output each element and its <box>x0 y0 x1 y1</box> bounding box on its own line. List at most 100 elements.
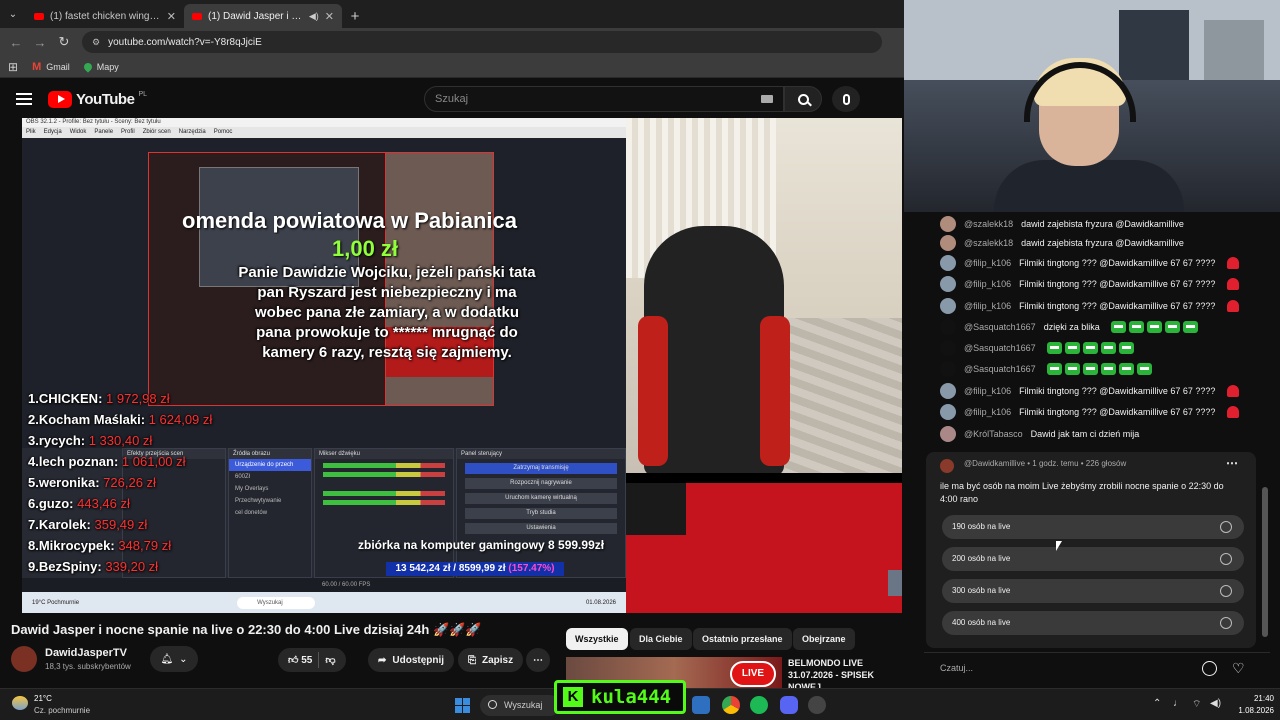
chevron-down-icon: ⌄ <box>179 653 188 665</box>
audio-playing-icon[interactable]: ◀) <box>309 11 319 22</box>
heart-reaction-icon[interactable]: ♡ <box>1232 661 1245 675</box>
poll-votes: 226 głosów <box>1085 459 1127 468</box>
obs-menu-item: Pomoc <box>213 129 233 135</box>
save-button[interactable]: ⎘ Zapisz <box>458 648 524 672</box>
chat-username[interactable]: @Sasquatch1667 <box>964 322 1036 332</box>
file-explorer-icon[interactable] <box>692 696 710 714</box>
chat-username[interactable]: @filip_k106 <box>964 407 1011 417</box>
poll-option[interactable]: 300 osób na live <box>942 579 1244 603</box>
poll-option[interactable]: 200 osób na live <box>942 547 1244 571</box>
chat-username[interactable]: @szalekk18 <box>964 238 1013 248</box>
avatar <box>940 383 956 399</box>
new-tab-button[interactable]: + <box>342 4 368 28</box>
tab-dawid-jasper[interactable]: (1) Dawid Jasper i nocne sp ◀) ✕ <box>184 4 342 28</box>
leaderboard-name: 7.Karolek: <box>28 517 91 532</box>
search-input[interactable]: Szukaj <box>424 86 784 112</box>
taskbar-search[interactable]: Wyszukaj <box>480 695 560 716</box>
tab-search-icon[interactable]: ⌄ <box>0 0 26 28</box>
obs-icon[interactable] <box>808 696 826 714</box>
close-tab-icon[interactable]: ✕ <box>325 10 334 23</box>
channel-avatar[interactable] <box>11 646 37 672</box>
channel-name[interactable]: DawidJasperTV <box>45 647 127 659</box>
back-arrow-icon[interactable]: ← <box>4 35 28 50</box>
address-bar[interactable]: ⚙ youtube.com/watch?v=-Y8r8qJjciE <box>82 31 882 53</box>
chat-username[interactable]: @Sasquatch1667 <box>964 364 1036 374</box>
video-player[interactable]: OBS 32.1.2 - Profile: Bez tytułu - Sceny… <box>22 118 902 613</box>
inner-search: Wyszukaj <box>237 596 316 609</box>
menu-hamburger-icon[interactable] <box>16 93 32 105</box>
radio-icon <box>1220 617 1232 629</box>
chat-username[interactable]: @filip_k106 <box>964 279 1011 289</box>
more-actions-button[interactable]: ⋯ <box>526 648 550 672</box>
bed <box>776 318 902 473</box>
poll-option[interactable]: 400 osób na live <box>942 611 1244 635</box>
chat-username[interactable]: @filip_k106 <box>964 301 1011 311</box>
dislike-button[interactable]: 👎︎ <box>325 654 335 666</box>
chip-for-you[interactable]: Dla Ciebie <box>630 628 692 650</box>
bookmark-maps[interactable]: Mapy <box>82 60 119 73</box>
chip-watched[interactable]: Obejrzane <box>793 628 855 650</box>
close-tab-icon[interactable]: ✕ <box>167 10 176 23</box>
chat-input[interactable]: Czatuj... <box>940 663 973 673</box>
radio-icon <box>1220 585 1232 597</box>
chat-username[interactable]: @szalekk18 <box>964 219 1013 229</box>
discord-icon[interactable] <box>780 696 798 714</box>
region-code: PL <box>138 90 147 98</box>
volume-icon[interactable]: ◀) <box>1210 698 1221 709</box>
chat-username[interactable]: @Sasquatch1667 <box>964 343 1036 353</box>
gmail-icon: M <box>32 60 42 73</box>
like-button[interactable]: 👍︎ 55 <box>288 654 312 666</box>
logo-wordmark: YouTube <box>76 90 135 108</box>
audio-meter <box>323 463 445 468</box>
site-info-icon[interactable]: ⚙ <box>92 37 100 48</box>
emoji-picker-icon[interactable] <box>1202 661 1217 676</box>
leaderboard-row: 1.CHICKEN: 1 972,98 zł <box>28 391 170 406</box>
voice-search-button[interactable] <box>832 86 860 112</box>
poll-option-label: 200 osób na live <box>952 554 1011 563</box>
apps-grid-icon[interactable]: ⊞ <box>8 60 18 74</box>
leaderboard-row: 8.Mikrocypek: 348,79 zł <box>28 538 171 553</box>
chat-username[interactable]: @KrólTabasco <box>964 429 1023 439</box>
like-count: 55 <box>301 655 313 666</box>
clock-date[interactable]: 1.08.2026 <box>1226 706 1274 715</box>
spotify-icon[interactable] <box>750 696 768 714</box>
bookmark-gmail[interactable]: M Gmail <box>32 61 70 73</box>
more-options-icon[interactable]: ⋯ <box>1226 456 1238 470</box>
reload-icon[interactable]: ↻ <box>52 34 76 50</box>
chat-username[interactable]: @filip_k106 <box>964 258 1011 268</box>
network-icon[interactable]: ⌔ <box>1192 698 1201 711</box>
chat-scrollbar[interactable] <box>1262 212 1268 652</box>
emote-icon <box>1046 362 1062 375</box>
donation-alert-message: Panie Dawidzie Wojciku, jeżeli pański ta… <box>238 264 536 361</box>
avatar <box>940 404 956 420</box>
subscriber-count: 18,3 tys. subskrybentów <box>45 662 131 671</box>
keyboard-icon[interactable] <box>761 95 773 103</box>
windows-start-icon[interactable] <box>455 698 470 713</box>
microphone-tray-icon[interactable]: ♩ <box>1173 698 1183 709</box>
fps-readout: 60.00 / 60.00 FPS <box>322 582 371 588</box>
maps-pin-icon <box>82 60 94 73</box>
notifications-button[interactable]: 🔔︎ ⌄ <box>150 646 198 672</box>
forward-arrow-icon[interactable]: → <box>28 35 52 50</box>
leaderboard-row: 6.guzo: 443,46 zł <box>28 496 130 511</box>
weather-icon[interactable] <box>12 696 28 710</box>
chrome-icon[interactable] <box>722 696 740 714</box>
clock-time[interactable]: 21:40 <box>1232 694 1274 703</box>
leaderboard-value: 443,46 zł <box>77 496 130 511</box>
search-button[interactable] <box>784 86 822 112</box>
donation-goal-bar: 13 542,24 zł / 8599,99 zł (157.47%) <box>386 562 564 576</box>
youtube-logo[interactable]: YouTube PL <box>48 90 147 108</box>
chat-username[interactable]: @filip_k106 <box>964 386 1011 396</box>
like-dislike-group: 👍︎ 55 👎︎ <box>278 648 346 672</box>
chat-text: Filmiki tingtong ??? @Dawidkamillive 67 … <box>1019 301 1216 311</box>
avatar <box>940 340 956 356</box>
chip-all[interactable]: Wszystkie <box>566 628 628 650</box>
chip-recently-uploaded[interactable]: Ostatnio przesłane <box>693 628 792 650</box>
poll-option[interactable]: 190 osób na live <box>942 515 1244 539</box>
tray-chevron-icon[interactable]: ⌃ <box>1153 698 1161 709</box>
kick-username: kula444 <box>591 686 672 708</box>
bookmark-label: Gmail <box>46 61 70 72</box>
tab-chicken-wing[interactable]: (1) fastet chicken wing eaten - Y ✕ <box>26 4 184 28</box>
obs-title-bar: OBS 32.1.2 - Profile: Bez tytułu - Sceny… <box>22 118 626 127</box>
share-button[interactable]: ➦ Udostępnij <box>368 648 455 672</box>
